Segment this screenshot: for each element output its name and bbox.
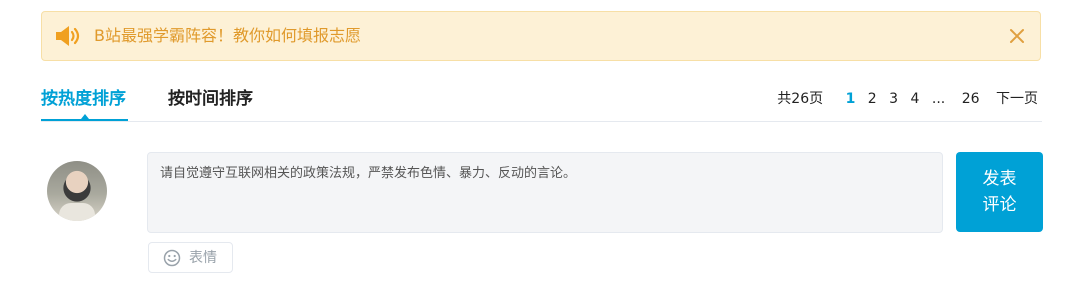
page-link-4[interactable]: 4 (911, 88, 920, 110)
speaker-icon (56, 26, 80, 46)
page-link-3[interactable]: 3 (889, 88, 898, 110)
close-icon[interactable] (1008, 27, 1026, 45)
tab-sort-by-hot[interactable]: 按热度排序 (41, 86, 126, 112)
tabs-divider (41, 121, 1042, 122)
page-link-1[interactable]: 1 (846, 88, 856, 110)
user-avatar[interactable] (47, 161, 107, 221)
tab-sort-by-time[interactable]: 按时间排序 (168, 86, 253, 112)
avatar-shirt (59, 203, 95, 221)
emoji-label: 表情 (189, 250, 217, 266)
page-ellipsis: ... (931, 91, 946, 107)
submit-comment-button[interactable]: 发表评论 (956, 152, 1043, 232)
notice-banner: B站最强学霸阵容！教你如何填报志愿 (41, 11, 1041, 61)
smile-icon (163, 249, 181, 267)
next-page-link[interactable]: 下一页 (996, 88, 1038, 110)
emoji-button[interactable]: 表情 (148, 242, 233, 273)
notice-text[interactable]: B站最强学霸阵容！教你如何填报志愿 (94, 12, 361, 60)
comment-section: B站最强学霸阵容！教你如何填报志愿 按热度排序 按时间排序 共26页 1 2 3… (0, 0, 1066, 303)
page-total: 共26页 (777, 91, 824, 107)
comment-input[interactable] (147, 152, 943, 233)
page-link-last[interactable]: 26 (962, 88, 980, 110)
pagination: 共26页 1 2 3 4 ... 26 下一页 (777, 88, 1038, 110)
page-link-2[interactable]: 2 (868, 88, 877, 110)
